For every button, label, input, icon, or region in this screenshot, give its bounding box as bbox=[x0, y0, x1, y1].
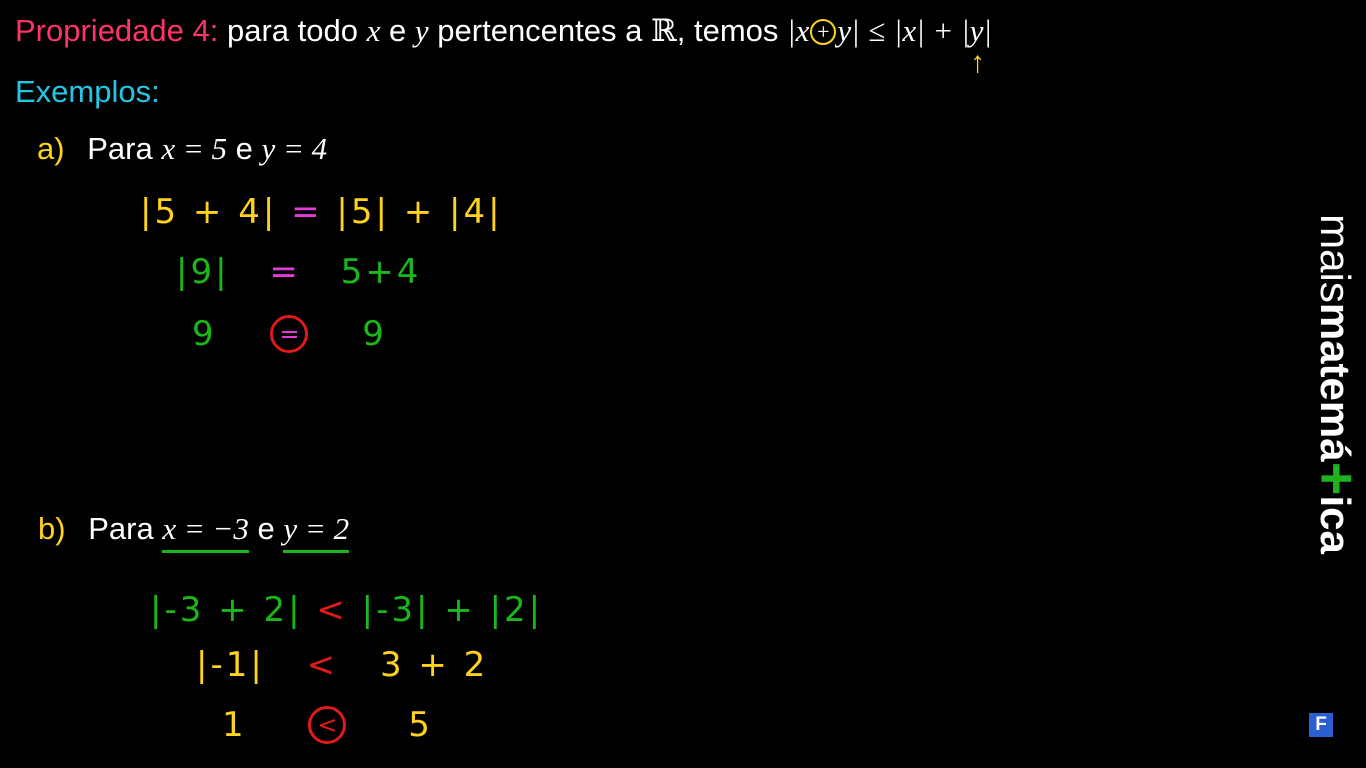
inequality-lhs: |x + y| bbox=[787, 13, 860, 48]
example-a-step-1: |5 + 4| = |5| + |4| bbox=[140, 195, 503, 229]
statement-text-2: pertencentes a bbox=[437, 13, 643, 48]
logo-part-mais: mais bbox=[1312, 214, 1359, 303]
var-y: y bbox=[414, 13, 429, 48]
lhs-y: y bbox=[837, 13, 852, 48]
leq-symbol: ≤ bbox=[868, 13, 886, 48]
example-b-cond-y: y = 2 bbox=[283, 511, 350, 553]
example-b-step-2: |-1| < 3 + 2 bbox=[196, 648, 488, 682]
example-a-cond-y: y = 4 bbox=[261, 131, 328, 166]
a-step3-rhs: 9 bbox=[362, 314, 387, 354]
b-step2-op: < bbox=[306, 645, 339, 685]
a-step3-lhs: 9 bbox=[192, 314, 217, 354]
example-a-cond-x: x = 5 bbox=[161, 131, 227, 166]
example-a-step-3: 9 = 9 bbox=[192, 315, 387, 353]
circled-plus-icon: + bbox=[810, 19, 837, 45]
a-step1-lhs: |5 + 4| bbox=[140, 192, 278, 232]
logo-part-matema: matemá bbox=[1312, 302, 1359, 462]
b-step1-rhs: |-3| + |2| bbox=[361, 590, 544, 630]
up-arrow-icon: ↑ bbox=[970, 46, 985, 79]
property-label: Propriedade 4: bbox=[15, 13, 219, 48]
b-step2-lhs: |-1| bbox=[196, 645, 265, 685]
example-a-label: a) bbox=[37, 131, 65, 166]
abs-close: | bbox=[851, 13, 860, 48]
examples-label: Exemplos: bbox=[15, 74, 160, 109]
logo-part-ica: ica bbox=[1312, 495, 1359, 554]
example-a-step-2: |9| = 5+4 bbox=[176, 255, 421, 289]
b-step2-rhs: 3 + 2 bbox=[379, 645, 489, 685]
a-step2-op: = bbox=[269, 252, 301, 292]
example-b-step-3: 1 < 5 bbox=[222, 706, 433, 744]
b-step1-op: < bbox=[316, 590, 348, 630]
property-statement: Propriedade 4: para todo x e y pertencen… bbox=[15, 15, 992, 46]
a-step3-circled-equals: = bbox=[270, 315, 309, 353]
a-step1-rhs: |5| + |4| bbox=[336, 192, 503, 232]
a-step2-rhs: 5+4 bbox=[340, 252, 422, 292]
example-b-heading: b) Para x = −3 e y = 2 bbox=[38, 511, 350, 553]
b-step3-lhs: 1 bbox=[222, 705, 247, 745]
example-b-text: Para bbox=[88, 511, 154, 546]
statement-e: e bbox=[389, 13, 407, 48]
reals-symbol: ℝ bbox=[651, 13, 677, 48]
logo-plus-icon: + bbox=[1304, 461, 1366, 496]
channel-badge-icon[interactable]: F bbox=[1309, 713, 1333, 737]
example-b-label: b) bbox=[38, 511, 66, 546]
b-step3-circled-less: < bbox=[308, 706, 347, 744]
example-a-heading: a) Para x = 5 e y = 4 bbox=[37, 133, 327, 164]
example-a-text: Para bbox=[87, 131, 153, 166]
example-b-cond-x: x = −3 bbox=[162, 511, 249, 553]
abs-open: | bbox=[787, 13, 796, 48]
example-b-e: e bbox=[257, 511, 275, 546]
b-step3-rhs: 5 bbox=[408, 705, 433, 745]
a-step1-op: = bbox=[291, 192, 323, 232]
b-step1-lhs: |-3 + 2| bbox=[150, 590, 303, 630]
statement-text-1: para todo bbox=[227, 13, 358, 48]
brand-logo: maismatemá+ica bbox=[1304, 214, 1366, 554]
example-b-step-1: |-3 + 2| < |-3| + |2| bbox=[150, 593, 543, 627]
lhs-x: x bbox=[795, 13, 810, 48]
a-step2-lhs: |9| bbox=[176, 252, 230, 292]
var-x: x bbox=[366, 13, 381, 48]
example-a-e: e bbox=[235, 131, 253, 166]
inequality-rhs: |x| + |y| bbox=[893, 13, 992, 48]
statement-text-3: , temos bbox=[676, 13, 779, 48]
